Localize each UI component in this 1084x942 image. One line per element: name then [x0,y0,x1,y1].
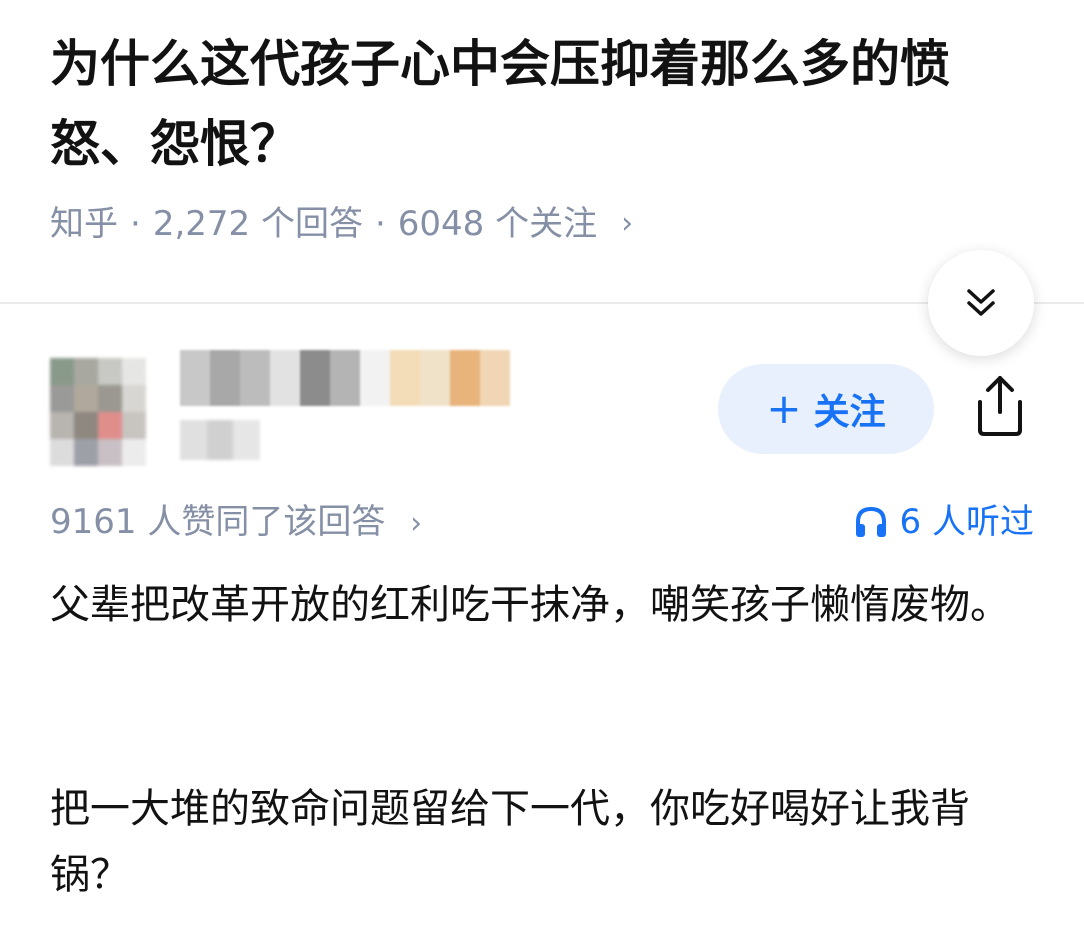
chevron-right-icon: › [621,206,634,241]
collapse-button[interactable] [928,250,1034,356]
question-meta[interactable]: 知乎 · 2,272 个回答 · 6048 个关注 › [50,198,633,250]
plus-icon: + [766,384,802,433]
meta-separator: · [130,204,141,244]
vote-count: 9161 人赞同了该回答 [50,502,386,542]
chevron-right-icon: › [410,506,423,541]
follow-label: 关注 [813,392,886,433]
listen-count: 6 人听过 [899,502,1034,542]
avatar[interactable] [50,358,146,466]
vote-count-link[interactable]: 9161 人赞同了该回答 › [50,496,422,550]
author-name[interactable] [180,350,510,406]
headphones-icon [855,506,886,537]
follower-count: 6048 个关注 [397,204,598,244]
author-headline [180,420,261,460]
answer-paragraph: 父辈把改革开放的红利吃干抹净，嘲笑孩子懒惰废物。 [50,582,1010,628]
source-label: 知乎 [50,204,118,244]
listen-button[interactable]: 6 人听过 [854,496,1034,548]
question-title[interactable]: 为什么这代孩子心中会压抑着那么多的愤怒、怨恨？ [50,24,1040,184]
follow-button[interactable]: + 关注 [718,364,934,454]
answer-count: 2,272 个回答 [152,204,363,244]
double-chevron-down-icon [967,289,995,316]
meta-separator: · [374,204,386,244]
answer-paragraph: 把一大堆的致命问题留给下一代，你吃好喝好让我背锅？ [50,786,970,898]
divider [0,302,1084,304]
share-icon[interactable] [968,372,1032,440]
